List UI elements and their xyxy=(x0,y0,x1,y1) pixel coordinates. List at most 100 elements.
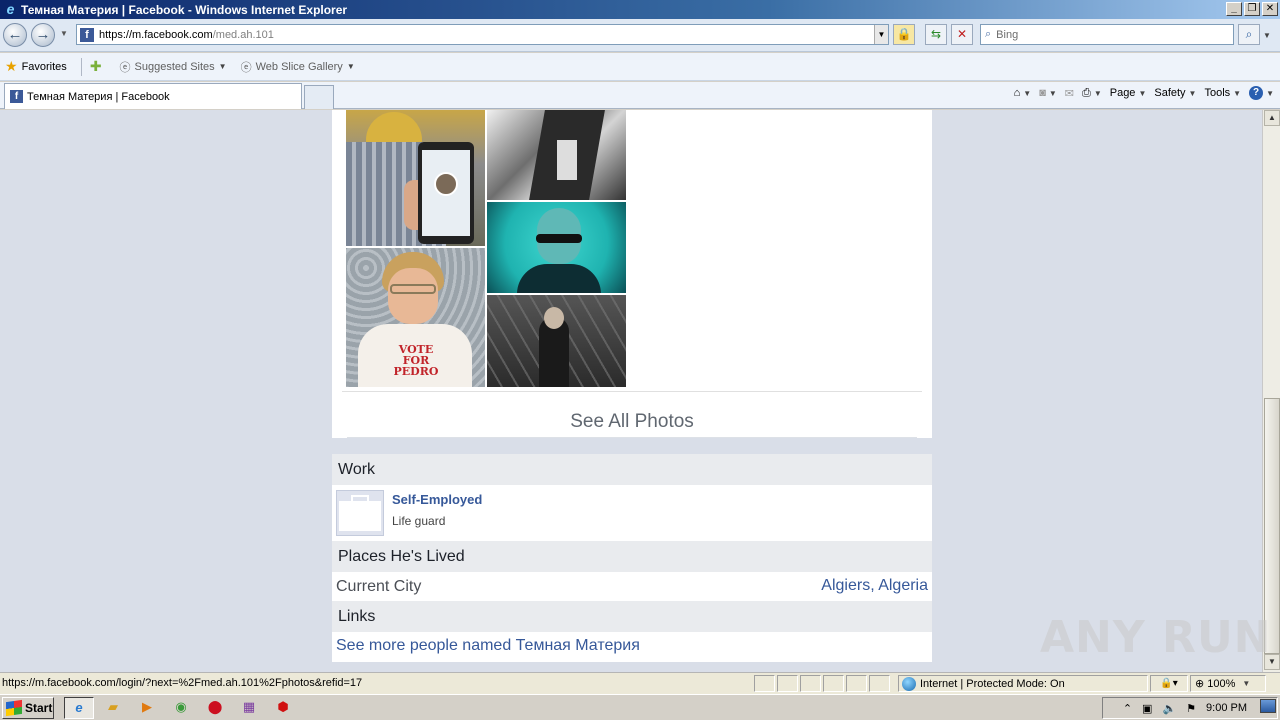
ie-icon: e xyxy=(75,700,83,715)
volume-icon[interactable]: 🔈 xyxy=(1162,702,1176,715)
taskbar-winrar-button[interactable]: ▦ xyxy=(234,697,264,719)
security-zone[interactable]: Internet | Protected Mode: On xyxy=(898,675,1148,692)
read-mail-button[interactable]: ✉ xyxy=(1065,87,1074,100)
status-panel xyxy=(869,675,890,692)
safety-menu[interactable]: Safety ▼ xyxy=(1154,87,1196,99)
add-favorite-icon: ✚ xyxy=(89,58,102,74)
taskbar-ie-button[interactable]: e xyxy=(64,697,94,719)
photo-detail xyxy=(434,172,458,196)
photo-detail xyxy=(557,140,577,180)
web-slice-gallery-link[interactable]: ⓔ Web Slice Gallery ▼ xyxy=(241,59,355,75)
chevron-down-icon: ▼ xyxy=(1188,88,1197,98)
photo-thumbnail[interactable] xyxy=(346,110,485,246)
media-player-icon: ▶ xyxy=(142,699,152,714)
window-titlebar: e Темная Материя | Facebook - Windows In… xyxy=(0,0,1280,19)
places-section: Current City Algiers, Algeria xyxy=(332,572,932,601)
chevron-down-icon: ▼ xyxy=(1266,88,1274,98)
close-button[interactable]: ✕ xyxy=(1262,2,1278,16)
divider xyxy=(342,391,922,392)
search-button[interactable]: ⌕ xyxy=(1238,24,1260,45)
command-bar: ⌂ ▼ ◙ ▼ ✉ ⎙ ▼ Page ▼ Safety ▼ Tools ▼ ? ▼ xyxy=(1014,86,1274,100)
protected-mode-button[interactable]: 🔒▾ xyxy=(1150,675,1188,692)
taskbar-opera-button[interactable]: ⬤ xyxy=(200,697,230,719)
opera-icon: ⬤ xyxy=(207,699,223,714)
rss-icon: ◙ xyxy=(1039,87,1046,99)
browser-viewport: VOTE FOR PEDRO See All Photos Work Self-… xyxy=(0,110,1262,672)
work-section-heading: Work xyxy=(332,454,932,485)
photo-thumbnail[interactable]: VOTE FOR PEDRO xyxy=(346,248,485,387)
photo-thumbnail[interactable] xyxy=(487,295,626,387)
add-to-favorites-bar-button[interactable]: ✚ xyxy=(90,58,106,75)
safety-menu-label: Safety xyxy=(1154,87,1186,99)
address-toolbar: ← → ▼ f https://m.facebook.com /med.ah.1… xyxy=(0,19,1280,52)
taskbar-chrome-button[interactable]: ◉ xyxy=(166,697,196,719)
tee-text: VOTE FOR PEDRO xyxy=(393,343,439,378)
taskbar-media-player-button[interactable]: ▶ xyxy=(132,697,162,719)
chevron-down-icon: ▼ xyxy=(346,62,355,71)
favorites-button[interactable]: ★ Favorites xyxy=(5,58,67,75)
employer-link[interactable]: Self-Employed xyxy=(392,492,482,507)
status-panel xyxy=(800,675,821,692)
taskbar-explorer-button[interactable]: ▰ xyxy=(98,697,128,719)
stop-icon: ✕ xyxy=(956,27,968,41)
refresh-button[interactable]: ⇆ xyxy=(925,24,947,45)
feeds-button[interactable]: ◙ ▼ xyxy=(1039,87,1057,99)
clock[interactable]: 9:00 PM xyxy=(1206,702,1247,714)
printer-icon: ⎙ xyxy=(1082,86,1091,99)
help-menu[interactable]: ? ▼ xyxy=(1249,86,1274,100)
back-button[interactable]: ← xyxy=(3,23,27,47)
address-dropdown-icon[interactable]: ▼ xyxy=(874,25,888,44)
suggested-sites-link[interactable]: ⓔ Suggested Sites ▼ xyxy=(120,59,227,75)
see-all-photos-link[interactable]: See All Photos xyxy=(332,411,932,433)
ie-page-icon: ⓔ xyxy=(119,61,131,74)
window-controls: _ ❐ ✕ xyxy=(1226,2,1278,16)
home-icon: ⌂ xyxy=(1013,87,1021,99)
current-city-link[interactable]: Algiers, Algeria xyxy=(821,577,928,595)
lock-small-icon: 🔒▾ xyxy=(1160,678,1178,689)
status-panel xyxy=(754,675,775,692)
search-input[interactable]: ⌕ Bing xyxy=(980,24,1234,45)
url-domain: https://m.facebook.com xyxy=(99,28,213,41)
tab-label: Темная Материя | Facebook xyxy=(27,90,170,103)
tab-facebook[interactable]: f Темная Материя | Facebook xyxy=(4,83,302,109)
web-slice-gallery-label: Web Slice Gallery xyxy=(255,60,343,73)
stop-button[interactable]: ✕ xyxy=(951,24,973,45)
maximize-button[interactable]: ❐ xyxy=(1244,2,1260,16)
search-dropdown-icon[interactable]: ▼ xyxy=(1263,31,1271,40)
zoom-icon: ⊕ xyxy=(1195,678,1205,690)
lock-icon: 🔒 xyxy=(896,27,912,41)
chevron-down-icon: ▼ xyxy=(1233,88,1242,98)
taskbar-mcafee-button[interactable]: ⬢ xyxy=(268,697,298,719)
address-bar[interactable]: f https://m.facebook.com /med.ah.101 ▼ xyxy=(76,24,889,45)
home-button[interactable]: ⌂ ▼ xyxy=(1014,87,1032,99)
photo-thumbnail[interactable] xyxy=(487,202,626,293)
tab-bar: f Темная Материя | Facebook ⌂ ▼ ◙ ▼ ✉ ⎙ ▼ P… xyxy=(0,82,1280,109)
ie-logo-icon: e xyxy=(6,1,15,17)
print-button[interactable]: ⎙ ▼ xyxy=(1082,87,1102,100)
page-menu[interactable]: Page ▼ xyxy=(1110,87,1147,99)
network-icon[interactable]: ▣ xyxy=(1142,702,1152,715)
see-more-people-link[interactable]: See more people named Темная Материя xyxy=(336,637,640,655)
photo-detail xyxy=(366,112,422,144)
show-desktop-button[interactable] xyxy=(1260,699,1276,713)
magnifier-icon: ⌕ xyxy=(1245,27,1253,41)
tools-menu[interactable]: Tools ▼ xyxy=(1204,87,1241,99)
photo-thumbnail[interactable] xyxy=(487,110,626,200)
globe-icon xyxy=(902,676,916,691)
scroll-up-icon[interactable]: ▲ xyxy=(1264,110,1280,126)
minimize-button[interactable]: _ xyxy=(1226,2,1242,16)
ie-page-icon: ⓔ xyxy=(240,61,252,74)
security-lock-button[interactable]: 🔒 xyxy=(893,24,915,45)
new-tab-button[interactable] xyxy=(304,85,334,109)
chrome-icon: ◉ xyxy=(175,699,187,714)
forward-button[interactable]: → xyxy=(31,23,55,47)
history-dropdown-icon[interactable]: ▼ xyxy=(60,29,68,38)
vertical-scrollbar[interactable]: ▲ ▼ xyxy=(1262,110,1280,672)
tray-expand-icon[interactable]: ⌃ xyxy=(1123,702,1132,715)
url-path: /med.ah.101 xyxy=(212,28,274,41)
places-section-heading: Places He's Lived xyxy=(332,541,932,572)
action-center-flag-icon[interactable]: ⚑ xyxy=(1186,702,1196,715)
zoom-button[interactable]: ⊕ 100% ▼ xyxy=(1190,675,1266,692)
start-button[interactable]: Start xyxy=(2,697,54,719)
page-menu-label: Page xyxy=(1109,87,1136,99)
